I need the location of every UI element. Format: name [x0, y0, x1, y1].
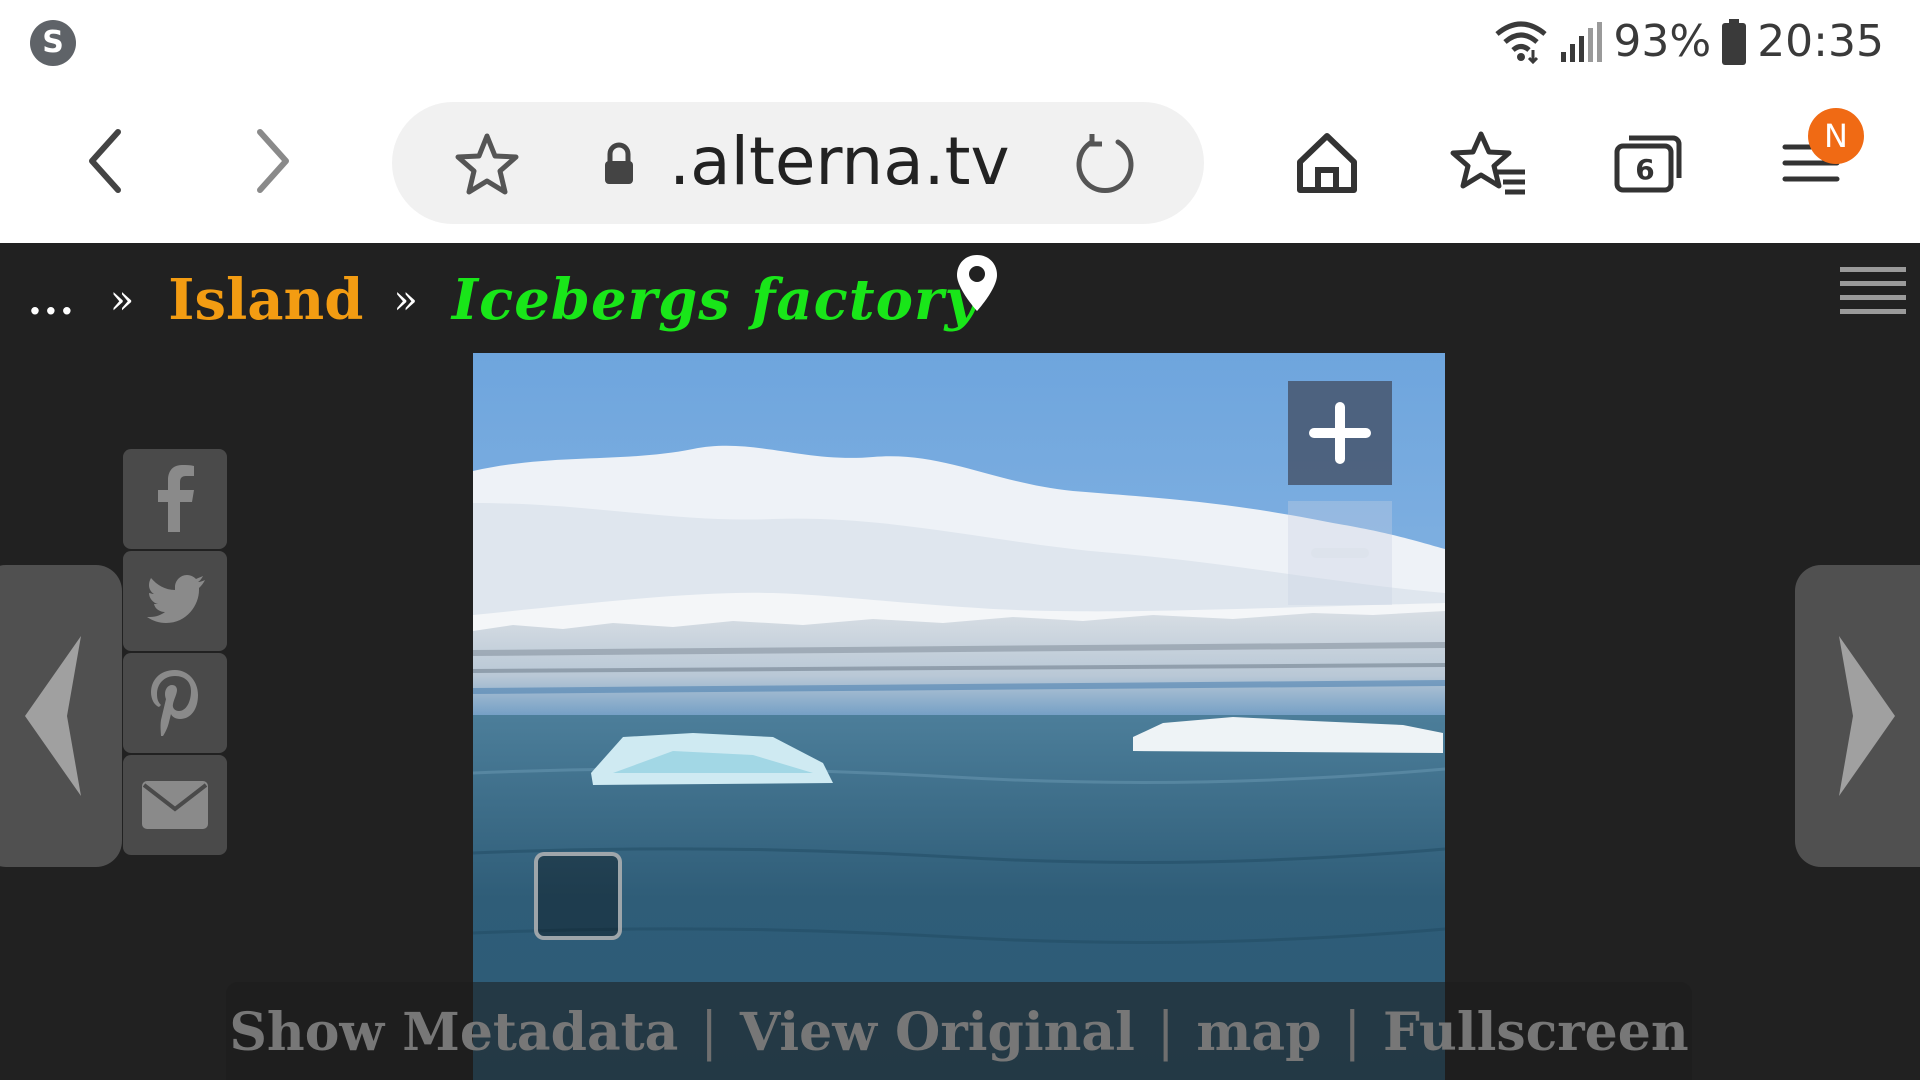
minus-icon [1311, 548, 1369, 558]
previous-image-button[interactable] [0, 565, 122, 867]
breadcrumb: ... » Island » Icebergs factory [28, 265, 978, 335]
lock-icon [605, 142, 633, 184]
wifi-icon [1495, 21, 1547, 64]
reload-icon[interactable] [1070, 130, 1140, 200]
chevron-left-icon [25, 636, 81, 796]
facebook-share-button[interactable] [123, 449, 227, 549]
url-text[interactable]: .alterna.tv [656, 122, 1009, 202]
twitter-share-button[interactable] [123, 551, 227, 651]
bookmarks-button[interactable] [1444, 118, 1534, 208]
bookmark-star-icon[interactable] [452, 130, 522, 200]
next-image-button[interactable] [1795, 565, 1920, 867]
zoom-in-button[interactable] [1288, 381, 1392, 485]
site-menu-icon[interactable] [1838, 263, 1908, 323]
breadcrumb-separator: » [393, 277, 418, 323]
image-actions-bar: Show Metadata | View Original | map | Fu… [226, 982, 1692, 1080]
map-link[interactable]: map [1196, 1002, 1321, 1063]
status-indicators: 93% 20:35 [1493, 14, 1884, 70]
link-separator: | [1343, 1002, 1362, 1062]
breadcrumb-separator: » [109, 277, 135, 323]
page-title: Icebergs factory [451, 267, 979, 333]
fullscreen-link[interactable]: Fullscreen [1383, 1002, 1689, 1063]
home-button[interactable] [1282, 118, 1372, 208]
forward-button[interactable] [228, 116, 318, 206]
fullscreen-toggle-button[interactable] [534, 852, 622, 940]
web-page: ... » Island » Icebergs factory Show Met… [0, 243, 1920, 1080]
plus-icon [1309, 402, 1371, 464]
bookmarks-star-list-icon [1450, 131, 1525, 195]
facebook-icon [158, 465, 194, 532]
chevron-right-icon [257, 129, 289, 193]
link-separator: | [700, 1002, 718, 1062]
browser-toolbar: .alterna.tv 6 N [0, 88, 1920, 243]
chevron-left-icon [89, 129, 121, 193]
zoom-out-button[interactable] [1288, 501, 1392, 605]
back-button[interactable] [60, 116, 150, 206]
link-separator: | [1156, 1002, 1175, 1062]
breadcrumb-parent-link[interactable]: Island [168, 267, 363, 333]
battery-percent: 93% [1613, 16, 1712, 67]
battery-icon [1722, 19, 1747, 65]
signal-icon [1561, 22, 1603, 62]
chevron-right-icon [1839, 636, 1895, 796]
twitter-icon [147, 575, 205, 623]
notification-badge: N [1808, 108, 1864, 164]
email-share-button[interactable] [123, 755, 227, 855]
home-icon [1297, 133, 1357, 193]
status-bar: S 93% 20:35 [0, 0, 1920, 88]
location-pin-icon[interactable] [955, 253, 999, 315]
pinterest-share-button[interactable] [123, 653, 227, 753]
clock-time: 20:35 [1757, 16, 1884, 67]
breadcrumb-ellipsis[interactable]: ... [28, 277, 76, 324]
tab-count: 6 [1635, 152, 1655, 186]
tabs-button[interactable]: 6 [1604, 118, 1694, 208]
show-metadata-link[interactable]: Show Metadata [229, 1002, 678, 1063]
skype-notification-icon: S [30, 20, 76, 66]
view-original-link[interactable]: View Original [740, 1002, 1135, 1063]
envelope-icon [142, 781, 208, 829]
address-bar[interactable]: .alterna.tv [392, 102, 1204, 224]
pinterest-icon [151, 670, 198, 736]
